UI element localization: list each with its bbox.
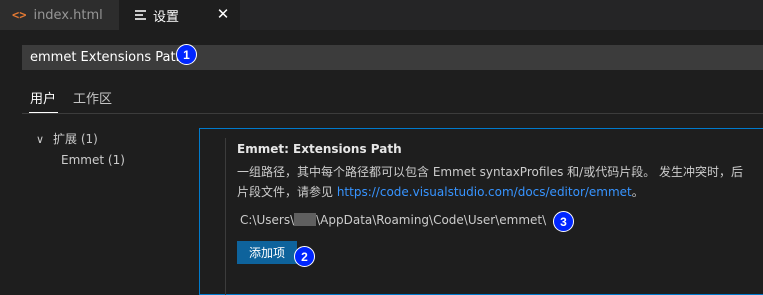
redacted-username [294,213,317,226]
settings-search-input[interactable]: emmet Extensions Path [22,45,763,70]
search-input-value: emmet Extensions Path [30,50,184,65]
add-item-button[interactable]: 添加项 [237,241,297,264]
toc-group-label: 扩展 [53,132,78,146]
emmet-docs-link[interactable]: https://code.visualstudio.com/docs/edito… [337,185,632,199]
toc-item-label: Emmet [61,153,105,167]
annotation-badge-3: 3 [553,211,574,232]
tab-settings[interactable]: 设置 ✕ [119,0,240,30]
chevron-down-icon: ∨ [36,133,45,146]
extensions-path-list-item[interactable]: C:\Users\ \AppData\Roaming\Code\User\emme… [240,213,546,227]
close-icon[interactable]: ✕ [215,6,231,22]
divider [22,113,763,114]
tab-label: 设置 [153,9,180,25]
annotation-badge-1: 1 [176,44,197,65]
setting-description-line: 一组路径，其中每个路径都可以包含 Emmet syntaxProfiles 和/… [237,165,744,179]
annotation-badge-2: 2 [294,246,315,267]
path-prefix: C:\Users\ [240,213,295,227]
setting-description-line: 片段文件，请参见 https://code.visualstudio.com/d… [237,185,644,199]
toc-group-count: (1) [80,132,98,146]
settings-file-icon [135,10,146,20]
toc-group-extensions[interactable]: ∨ 扩展 (1) [36,130,98,147]
setting-modified-indicator [225,138,226,295]
tab-user[interactable]: 用户 [30,88,56,107]
editor-tab-bar: <> index.html 设置 ✕ [0,0,763,30]
tab-label: index.html [33,7,103,23]
tab-index-html[interactable]: <> index.html [0,0,119,30]
tab-workspace[interactable]: 工作区 [73,88,112,107]
setting-title: Emmet: Extensions Path [237,142,402,156]
setting-description: 一组路径，其中每个路径都可以包含 Emmet syntaxProfiles 和/… [237,162,763,202]
html-file-icon: <> [12,8,27,22]
toc-item-count: (1) [107,153,125,167]
path-suffix: \AppData\Roaming\Code\User\emmet\ [316,213,547,227]
toc-item-emmet[interactable]: Emmet (1) [61,153,125,167]
